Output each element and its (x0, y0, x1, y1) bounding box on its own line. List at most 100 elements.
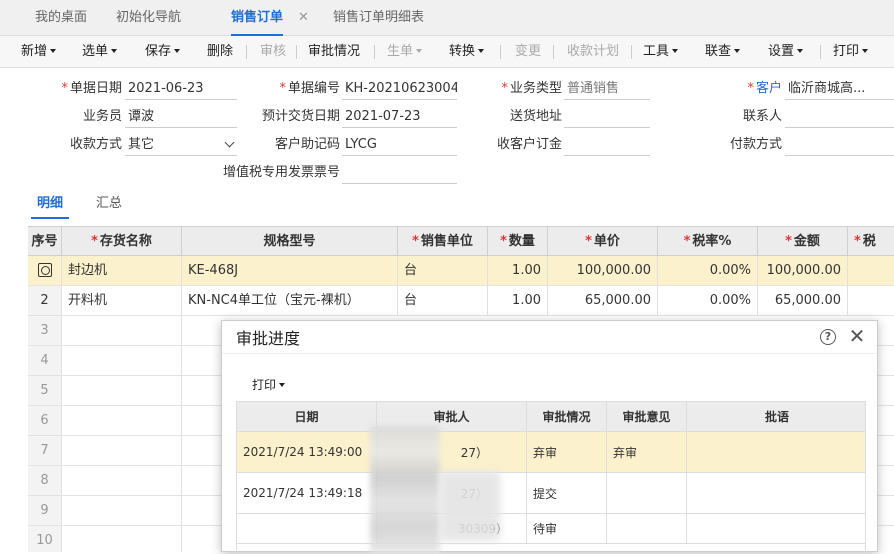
cell-item[interactable] (62, 406, 182, 435)
col-header-idx: 序号 (28, 227, 62, 256)
tab-sales-order[interactable]: 销售订单 (231, 0, 284, 36)
print-button[interactable]: 打印 (833, 36, 869, 68)
cell-item[interactable]: 开料机 (62, 286, 182, 315)
doc-no-field[interactable]: KH-20210623004 (342, 78, 457, 100)
cell-item[interactable]: 封边机 (62, 256, 182, 285)
cell-amount[interactable]: 100,000.00 (758, 256, 848, 285)
cell-price[interactable]: 100,000.00 (548, 256, 658, 285)
table-row[interactable]: 30309） 待审 (237, 514, 865, 544)
dialog-divider (222, 353, 877, 354)
contact-field[interactable] (785, 106, 894, 128)
change-button[interactable]: 变更 (515, 36, 541, 68)
grid-header-row: 序号 * 存货名称 规格型号 * 销售单位 * 数量 * 单价 * 税率% * 金额 * 税 (28, 226, 894, 256)
col-header-tax-rate[interactable]: * 税率% (658, 227, 758, 256)
col-header-date: 日期 (237, 402, 377, 431)
pay-method-select[interactable]: 其它 (125, 134, 237, 156)
audit-button[interactable]: 审核 (260, 36, 286, 68)
dialog-print-button[interactable]: 打印 (252, 375, 286, 395)
cell-item[interactable] (62, 316, 182, 345)
col-header-spec[interactable]: 规格型号 (182, 227, 398, 256)
ship-addr-field[interactable] (564, 106, 650, 128)
table-row[interactable]: 2021/7/24 13:49:18 27） 提交 (237, 473, 865, 514)
salesperson-field[interactable]: 谭波 (125, 106, 237, 128)
cell-unit[interactable]: 台 (398, 286, 488, 315)
cell-qty[interactable]: 1.00 (488, 256, 548, 285)
est-delivery-field[interactable]: 2021-07-23 (342, 106, 457, 128)
tab-close-icon[interactable]: ✕ (298, 0, 309, 36)
redaction-blur (440, 471, 500, 541)
cell-unit[interactable]: 台 (398, 256, 488, 285)
save-button[interactable]: 保存 (145, 36, 181, 68)
cell-item[interactable] (62, 466, 182, 495)
chevron-down-icon (416, 49, 423, 53)
col-header-tax[interactable]: * 税 (848, 227, 894, 256)
table-row[interactable]: 2 开料机 KN-NC4单工位（宝元-裸机） 台 1.00 65,000.00 … (28, 286, 894, 316)
linked-query-button[interactable]: 联查 (705, 36, 741, 68)
cell-spec[interactable]: KE-468J (182, 256, 398, 285)
toolbar-divider (500, 45, 501, 59)
cell-item[interactable] (62, 526, 182, 552)
cell-price[interactable]: 65,000.00 (548, 286, 658, 315)
cell-qty[interactable]: 1.00 (488, 286, 548, 315)
doc-date-field[interactable]: 2021-06-23 (125, 78, 237, 100)
convert-button[interactable]: 转换 (449, 36, 485, 68)
select-button[interactable]: 选单 (82, 36, 118, 68)
cust-code-label: 客户助记码 (274, 137, 340, 152)
biz-type-field[interactable]: 普通销售 (564, 78, 650, 100)
table-row[interactable]: 封边机 KE-468J 台 1.00 100,000.00 0.00% 100,… (28, 256, 894, 286)
tools-button[interactable]: 工具 (643, 36, 679, 68)
cell-amount[interactable]: 65,000.00 (758, 286, 848, 315)
cell-idx: 9 (28, 496, 62, 525)
cell-idx: 3 (28, 316, 62, 345)
chevron-down-icon (50, 49, 57, 53)
cell-idx: 8 (28, 466, 62, 495)
help-icon[interactable]: ? (820, 329, 836, 345)
row-edit-icon[interactable] (28, 256, 62, 285)
chevron-down-icon (734, 49, 741, 53)
vat-invoice-field[interactable] (342, 162, 457, 184)
cell-tax-rate[interactable]: 0.00% (658, 256, 758, 285)
tab-sales-order-detail[interactable]: 销售订单明细表 (333, 0, 424, 36)
settings-button[interactable]: 设置 (768, 36, 804, 68)
subtab-summary[interactable]: 汇总 (96, 193, 122, 217)
chevron-down-icon (862, 49, 869, 53)
delete-button[interactable]: 删除 (207, 36, 233, 68)
col-header-price[interactable]: * 单价 (548, 227, 658, 256)
generate-button[interactable]: 生单 (387, 36, 423, 68)
toolbar-divider (374, 45, 375, 59)
customer-field[interactable]: 临沂商城高... (785, 78, 894, 100)
col-header-item[interactable]: * 存货名称 (62, 227, 182, 256)
cell-tax[interactable] (848, 286, 894, 315)
tab-bar: 我的桌面 初始化导航 销售订单 ✕ 销售订单明细表 (0, 0, 894, 36)
cell-item[interactable] (62, 496, 182, 525)
cell-item[interactable] (62, 376, 182, 405)
new-button[interactable]: 新增 (21, 36, 57, 68)
cust-code-field[interactable]: LYCG (342, 134, 457, 156)
deposit-label: 收客户订金 (496, 137, 562, 152)
col-header-qty[interactable]: * 数量 (488, 227, 548, 256)
col-header-status: 审批情况 (527, 402, 607, 431)
receipt-plan-button[interactable]: 收款计划 (567, 36, 619, 68)
cell-tax-rate[interactable]: 0.00% (658, 286, 758, 315)
table-row[interactable]: 2021/7/24 13:49:00 27） 弃审 弃审 (237, 432, 865, 473)
doc-date-label: * 单据日期 (61, 81, 122, 96)
cell-comment (687, 514, 865, 543)
cell-item[interactable] (62, 436, 182, 465)
approval-status-button[interactable]: 审批情况 (308, 36, 360, 68)
close-icon[interactable]: ✕ (848, 325, 866, 347)
cell-item[interactable] (62, 346, 182, 375)
cell-spec[interactable]: KN-NC4单工位（宝元-裸机） (182, 286, 398, 315)
cell-tax[interactable] (848, 256, 894, 285)
col-header-unit[interactable]: * 销售单位 (398, 227, 488, 256)
toolbar: 新增 选单 保存 删除 审核 审批情况 生单 转换 变更 收款计划 工具 联查 … (0, 36, 894, 68)
cell-date: 2021/7/24 13:49:18 (237, 473, 377, 513)
cell-opinion (607, 514, 687, 543)
biz-type-label: * 业务类型 (501, 81, 562, 96)
chevron-down-icon (797, 49, 804, 53)
tab-init-nav[interactable]: 初始化导航 (116, 0, 181, 36)
payment-field[interactable] (785, 134, 894, 156)
subtab-detail[interactable]: 明细 (30, 193, 70, 219)
tab-my-desktop[interactable]: 我的桌面 (35, 0, 87, 36)
deposit-field[interactable] (564, 134, 650, 156)
col-header-amount[interactable]: * 金额 (758, 227, 848, 256)
